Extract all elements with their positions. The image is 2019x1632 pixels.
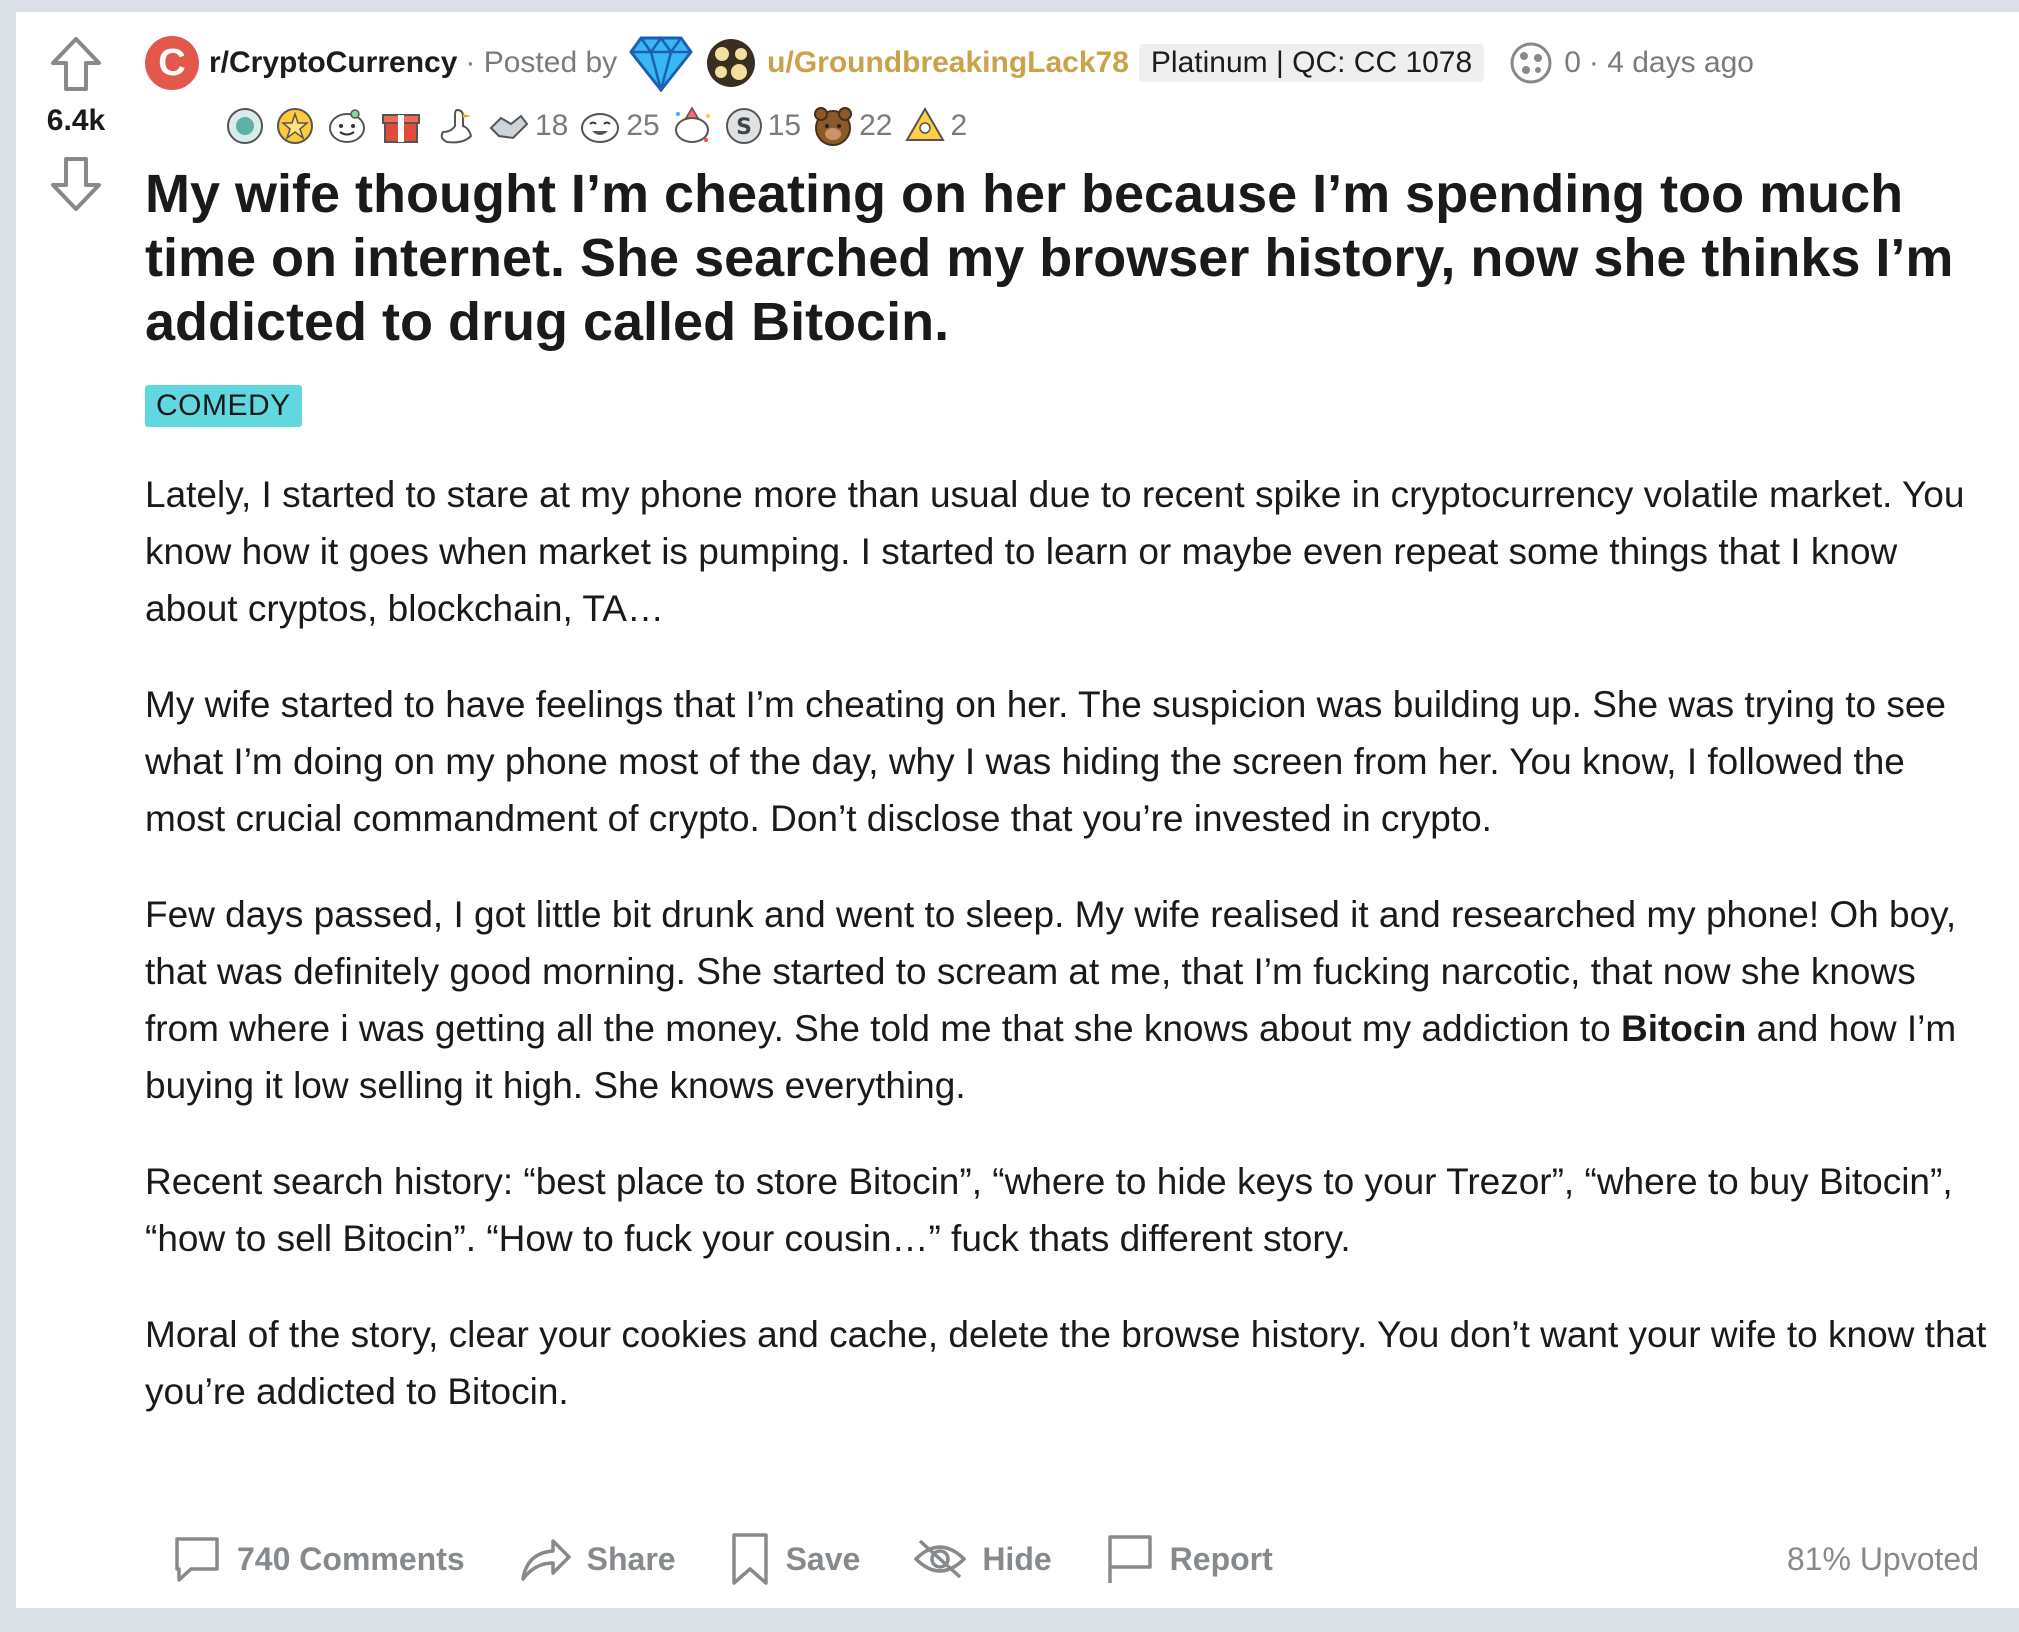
bold-text: Bitocin <box>1620 1008 1747 1049</box>
upvote-button[interactable] <box>44 32 108 96</box>
downvote-button[interactable] <box>44 152 108 216</box>
post-body: Lately, I started to stare at my phone m… <box>145 466 1995 1459</box>
comments-label: 740 Comments <box>237 1540 465 1577</box>
gift-award-icon <box>379 106 423 146</box>
flag-icon <box>1107 1535 1152 1583</box>
save-label: Save <box>785 1540 861 1577</box>
subreddit-icon[interactable]: C <box>145 36 199 90</box>
diamond-icon <box>629 35 694 92</box>
handshake-award-icon: 18 <box>487 106 568 146</box>
silver-jar-award-icon: S 15 <box>724 106 801 146</box>
page-background-strip <box>0 1608 2019 1632</box>
comment-icon <box>175 1537 219 1582</box>
body-paragraph: Few days passed, I got little bit drunk … <box>145 886 1995 1114</box>
bookmark-icon <box>731 1533 768 1585</box>
downvote-arrow-icon <box>51 157 101 211</box>
post-title[interactable]: My wife thought I’m cheating on her beca… <box>145 162 1995 354</box>
comments-button[interactable]: 740 Comments <box>171 1533 465 1585</box>
hide-label: Hide <box>982 1540 1052 1577</box>
body-paragraph: Lately, I started to stare at my phone m… <box>145 474 1965 629</box>
user-avatar-icon[interactable] <box>705 37 757 89</box>
share-label: Share <box>586 1540 676 1577</box>
karma-count: 0 <box>1564 46 1581 79</box>
report-button[interactable]: Report <box>1104 1531 1273 1587</box>
report-label: Report <box>1169 1540 1273 1577</box>
post-flair-tag[interactable]: COMEDY <box>145 385 302 427</box>
posted-by-label: · Posted by <box>465 46 618 79</box>
bear-award-icon: 22 <box>811 104 893 148</box>
svg-text:S: S <box>736 115 752 140</box>
save-button[interactable]: Save <box>728 1531 861 1587</box>
helpful-award-icon <box>225 106 265 146</box>
post-meta: C r/CryptoCurrency · Posted by u/Groundb… <box>145 34 1754 92</box>
share-button[interactable]: Share <box>517 1533 676 1585</box>
goose-award-icon <box>433 104 477 148</box>
awards-row[interactable]: 18 25 S 15 22 2 <box>225 104 977 148</box>
username-link[interactable]: u/GroundbreakingLack78 <box>767 46 1129 80</box>
wholesome-award-icon <box>325 106 369 146</box>
post-time: · 4 days ago <box>1588 46 1754 79</box>
star-award-icon <box>275 106 315 146</box>
vote-column: 6.4k <box>16 12 136 1608</box>
post-card: 6.4k C r/CryptoCurrency · Posted by u/Gr… <box>16 12 2019 1608</box>
body-paragraph: Moral of the story, clear your cookies a… <box>145 1314 1987 1412</box>
vote-count: 6.4k <box>46 104 106 137</box>
upvote-ratio: 81% Upvoted <box>1786 1540 1979 1577</box>
laughing-award-icon: 25 <box>578 106 660 146</box>
party-award-icon <box>670 106 714 146</box>
hide-button[interactable]: Hide <box>912 1537 1052 1581</box>
hide-eye-icon <box>913 1539 967 1579</box>
body-paragraph: Recent search history: “best place to st… <box>145 1161 1953 1259</box>
action-bar: 740 Comments Share Save Hide Report 81% … <box>145 1524 1995 1594</box>
body-paragraph: My wife started to have feelings that I’… <box>145 684 1946 839</box>
rocket-award-icon: 2 <box>903 106 967 146</box>
share-icon <box>520 1539 571 1581</box>
upvote-arrow-icon <box>51 37 101 91</box>
subreddit-link[interactable]: r/CryptoCurrency <box>209 46 457 80</box>
karma-icon <box>1510 42 1552 84</box>
user-flair: Platinum | QC: CC 1078 <box>1138 44 1485 82</box>
